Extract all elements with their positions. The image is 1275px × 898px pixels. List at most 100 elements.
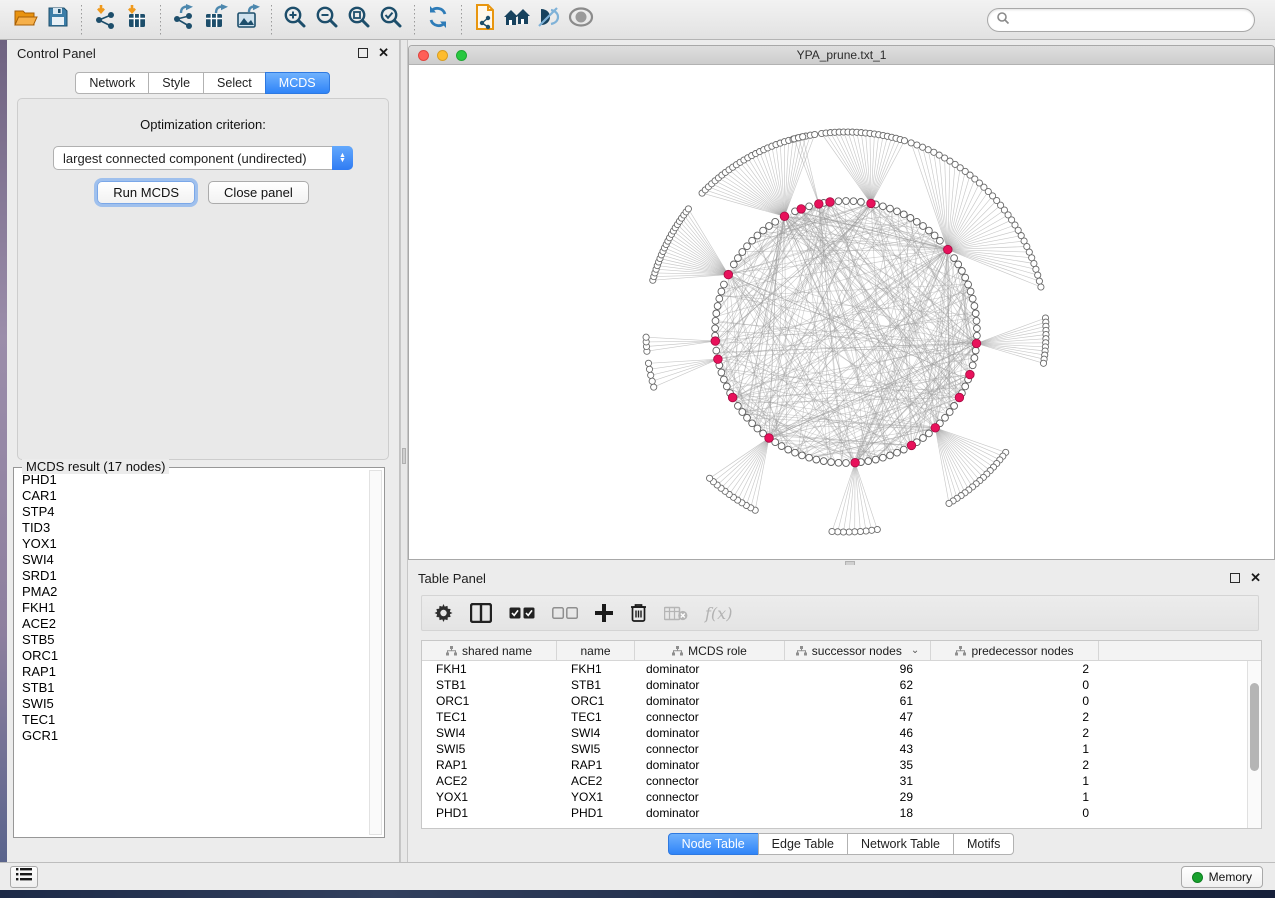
close-window-icon[interactable] xyxy=(418,50,429,61)
show-graphics-details-button[interactable] xyxy=(565,4,597,36)
mcds-result-item[interactable]: ORC1 xyxy=(16,648,368,664)
float-panel-icon[interactable] xyxy=(358,48,368,58)
tab-motifs[interactable]: Motifs xyxy=(953,833,1014,855)
mcds-result-item[interactable]: SWI4 xyxy=(16,552,368,568)
cell xyxy=(1099,805,1247,821)
shared-column-icon xyxy=(672,646,683,656)
memory-button[interactable]: Memory xyxy=(1181,866,1263,888)
float-panel-icon[interactable] xyxy=(1230,573,1240,583)
close-panel-icon[interactable]: ✕ xyxy=(1250,573,1261,583)
search-box[interactable] xyxy=(987,8,1255,32)
mcds-result-item[interactable]: PHD1 xyxy=(16,472,368,488)
close-panel-icon[interactable]: ✕ xyxy=(378,48,389,58)
tab-select[interactable]: Select xyxy=(203,72,266,94)
tab-network[interactable]: Network xyxy=(75,72,149,94)
table-row[interactable]: TEC1TEC1connector472 xyxy=(422,709,1247,725)
network-graph[interactable] xyxy=(409,65,1274,559)
mcds-result-item[interactable]: YOX1 xyxy=(16,536,368,552)
zoom-fit-button[interactable] xyxy=(343,4,375,36)
select-all-rows-button[interactable] xyxy=(509,601,535,625)
hide-graphics-details-button[interactable] xyxy=(533,4,565,36)
mcds-result-item[interactable]: PMA2 xyxy=(16,584,368,600)
mcds-result-item[interactable]: ACE2 xyxy=(16,616,368,632)
refresh-icon xyxy=(425,4,451,35)
mcds-list-scrollbar[interactable] xyxy=(369,470,382,835)
export-image-button[interactable] xyxy=(232,4,264,36)
column-header-mcds-role[interactable]: MCDS role xyxy=(635,641,785,660)
panel-divider[interactable] xyxy=(400,40,408,862)
table-row[interactable]: SWI5SWI5connector431 xyxy=(422,741,1247,757)
control-panel: Control Panel ✕ NetworkStyleSelectMCDS O… xyxy=(7,40,400,862)
select-stepper-icon: ▲▼ xyxy=(332,146,353,170)
cell xyxy=(1099,741,1247,757)
zoom-out-button[interactable] xyxy=(311,4,343,36)
mcds-result-item[interactable]: TEC1 xyxy=(16,712,368,728)
mcds-result-item[interactable]: TID3 xyxy=(16,520,368,536)
mcds-result-item[interactable]: FKH1 xyxy=(16,600,368,616)
deselect-all-rows-button[interactable] xyxy=(552,601,578,625)
column-header-successor-nodes[interactable]: successor nodes⌄ xyxy=(785,641,931,660)
column-header-name[interactable]: name xyxy=(557,641,635,660)
column-header-predecessor-nodes[interactable]: predecessor nodes xyxy=(931,641,1099,660)
table-row[interactable]: FKH1FKH1dominator962 xyxy=(422,661,1247,677)
mcds-result-item[interactable]: CAR1 xyxy=(16,488,368,504)
divider-grip[interactable] xyxy=(402,448,406,464)
table-row[interactable]: SWI4SWI4dominator462 xyxy=(422,725,1247,741)
table-scrollbar[interactable] xyxy=(1247,661,1261,828)
homes-icon xyxy=(502,5,532,34)
table-scrollbar-thumb[interactable] xyxy=(1250,683,1259,771)
close-panel-button[interactable]: Close panel xyxy=(208,181,309,204)
network-window: YPA_prune.txt_1 xyxy=(408,45,1275,560)
run-mcds-button[interactable]: Run MCDS xyxy=(97,181,195,204)
tab-mcds[interactable]: MCDS xyxy=(265,72,330,94)
optimization-criterion-label: Optimization criterion: xyxy=(18,117,388,132)
minimize-window-icon[interactable] xyxy=(437,50,448,61)
table-row[interactable]: PHD1PHD1dominator180 xyxy=(422,805,1247,821)
mcds-result-item[interactable]: SWI5 xyxy=(16,696,368,712)
mcds-result-item[interactable]: STB5 xyxy=(16,632,368,648)
cell: 2 xyxy=(931,725,1099,741)
tab-network-table[interactable]: Network Table xyxy=(847,833,954,855)
mcds-result-item[interactable]: RAP1 xyxy=(16,664,368,680)
optimization-criterion-select[interactable]: largest connected component (undirected)… xyxy=(53,146,353,170)
cell: connector xyxy=(635,709,785,725)
mcds-result-item[interactable]: GCR1 xyxy=(16,728,368,744)
refresh-layout-button[interactable] xyxy=(422,4,454,36)
network-window-titlebar[interactable]: YPA_prune.txt_1 xyxy=(409,46,1274,65)
mcds-result-item[interactable]: SRD1 xyxy=(16,568,368,584)
zoom-selected-button[interactable] xyxy=(375,4,407,36)
mcds-result-item[interactable]: STP4 xyxy=(16,504,368,520)
task-history-button[interactable] xyxy=(10,866,38,888)
mcds-result-item[interactable]: STB1 xyxy=(16,680,368,696)
export-table-button[interactable] xyxy=(200,4,232,36)
cell: 1 xyxy=(931,773,1099,789)
table-row[interactable]: STB1STB1dominator620 xyxy=(422,677,1247,693)
network-canvas[interactable] xyxy=(409,65,1274,559)
table-row[interactable]: YOX1YOX1connector291 xyxy=(422,789,1247,805)
table-row[interactable]: ORC1ORC1dominator610 xyxy=(422,693,1247,709)
tab-edge-table[interactable]: Edge Table xyxy=(758,833,848,855)
import-network-button[interactable] xyxy=(89,4,121,36)
tab-node-table[interactable]: Node Table xyxy=(668,833,759,855)
save-session-button[interactable] xyxy=(42,4,74,36)
delete-column-button[interactable] xyxy=(630,601,647,625)
add-column-button[interactable] xyxy=(595,601,613,625)
cell: 1 xyxy=(931,741,1099,757)
search-input[interactable] xyxy=(1010,10,1254,30)
control-panel-title: Control Panel xyxy=(17,46,358,61)
show-columns-button[interactable] xyxy=(470,601,492,625)
open-file-button[interactable] xyxy=(10,4,42,36)
homes-button[interactable] xyxy=(501,4,533,36)
network-document-button[interactable] xyxy=(469,4,501,36)
export-network-button[interactable] xyxy=(168,4,200,36)
column-header-shared-name[interactable]: shared name xyxy=(422,641,557,660)
tab-style[interactable]: Style xyxy=(148,72,204,94)
cell: YOX1 xyxy=(557,789,635,805)
table-row[interactable]: RAP1RAP1dominator352 xyxy=(422,757,1247,773)
import-table-button[interactable] xyxy=(121,4,153,36)
table-row[interactable]: ACE2ACE2connector311 xyxy=(422,773,1247,789)
zoom-in-button[interactable] xyxy=(279,4,311,36)
shared-column-icon xyxy=(955,646,966,656)
table-settings-button[interactable] xyxy=(434,601,453,625)
maximize-window-icon[interactable] xyxy=(456,50,467,61)
